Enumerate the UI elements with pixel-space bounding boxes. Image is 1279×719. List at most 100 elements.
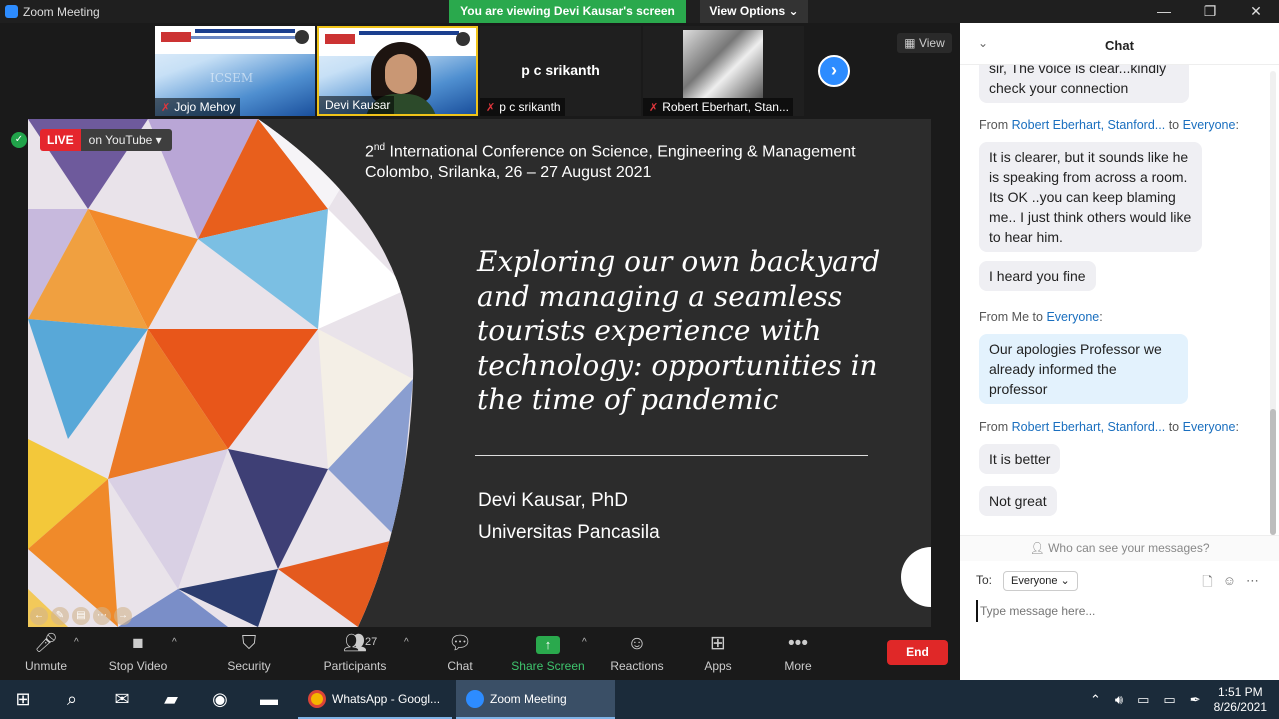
ellipsis-icon[interactable]: ⋯ <box>1246 573 1259 595</box>
view-button[interactable]: ▦ View <box>897 33 952 53</box>
taskbar-app-zoom[interactable]: Zoom Meeting <box>456 680 615 719</box>
view-options-button[interactable]: View Options ⌄ <box>700 0 808 23</box>
restore-button[interactable]: ❐ <box>1187 0 1233 23</box>
chat-title: Chat <box>1105 38 1134 53</box>
smiley-icon: ☺ <box>627 633 647 654</box>
file-icon[interactable]: 🗋︎ <box>1202 573 1212 595</box>
share-screen-button[interactable]: ↑ Share Screen <box>508 632 588 673</box>
share-arrow-icon: ↑ <box>536 636 560 654</box>
participant-name: Jojo Mehoy <box>174 100 236 114</box>
pen-icon[interactable]: ✎ <box>51 607 69 625</box>
person-icon: 👤︎ <box>1029 541 1045 555</box>
chrome-icon[interactable]: ◉ <box>196 680 244 719</box>
security-button[interactable]: ⛉ Security <box>209 632 289 673</box>
chat-scrollbar[interactable] <box>1270 71 1276 535</box>
participant-tile[interactable]: ICSEM ✗ Jojo Mehoy <box>155 26 315 116</box>
chat-message: I heard you fine <box>979 261 1096 291</box>
chat-message: Not great <box>979 486 1057 516</box>
slide-decoration <box>901 547 931 607</box>
muted-mic-icon: ✗ <box>486 102 496 114</box>
participant-name: Devi Kausar <box>325 98 391 112</box>
participant-display-name: p c srikanth <box>521 62 600 78</box>
chevron-right-icon: › <box>831 60 837 80</box>
next-page-button[interactable]: › <box>818 55 850 87</box>
zoom-app-icon <box>5 5 18 18</box>
recipient-name[interactable]: Everyone <box>1183 118 1236 132</box>
video-options-caret[interactable]: ^ <box>172 637 177 648</box>
system-tray: ⌃ 🔊︎ ▭ ▭ ✒ 1:51 PM 8/26/2021 <box>1083 680 1279 719</box>
muted-mic-icon: ✗ <box>649 102 659 114</box>
taskbar-clock[interactable]: 1:51 PM 8/26/2021 <box>1214 685 1267 715</box>
end-meeting-button[interactable]: End <box>887 640 948 665</box>
video-camera-icon: ■ <box>132 633 144 654</box>
close-button[interactable]: ✕ <box>1233 0 1279 23</box>
chat-message: sir, The voice is clear...kindly check y… <box>979 65 1189 103</box>
arrow-left-icon[interactable]: ← <box>30 607 48 625</box>
participant-avatar <box>683 30 763 98</box>
recipient-name[interactable]: Everyone <box>1183 420 1236 434</box>
pen-icon[interactable]: ✒ <box>1190 692 1201 708</box>
slides-icon[interactable]: ▤ <box>72 607 90 625</box>
live-label: LIVE <box>40 129 81 151</box>
slide-divider <box>475 455 868 456</box>
chat-message: It is better <box>979 444 1061 474</box>
participant-name: p c srikanth <box>499 100 561 114</box>
zoom-app-icon <box>466 690 484 708</box>
sender-name[interactable]: Robert Eberhart, Stanford... <box>1012 420 1166 434</box>
apps-button[interactable]: ⊞ Apps <box>678 632 758 673</box>
message-sender-line: From Me to Everyone: <box>979 310 1103 324</box>
chrome-icon <box>308 690 326 708</box>
live-platform-dropdown[interactable]: on YouTube ▾ <box>80 129 172 151</box>
message-sender-line: From Robert Eberhart, Stanford... to Eve… <box>979 420 1239 434</box>
network-icon[interactable]: ▭ <box>1137 692 1149 708</box>
reactions-button[interactable]: ☺ Reactions <box>597 632 677 673</box>
who-can-see-link[interactable]: 👤︎ Who can see your messages? <box>960 535 1279 561</box>
share-options-caret[interactable]: ^ <box>582 637 587 648</box>
to-label: To: <box>976 573 993 587</box>
chat-message-input[interactable] <box>976 600 1266 622</box>
file-explorer-icon[interactable]: ▬ <box>245 680 293 719</box>
chat-panel: ⌄ Chat sir, The voice is clear...kindly … <box>960 23 1279 680</box>
volume-icon[interactable]: 🔊︎ <box>1115 692 1123 708</box>
encryption-shield-icon[interactable]: ✓ <box>11 132 27 148</box>
minimize-button[interactable]: — <box>1141 0 1187 23</box>
participant-tile-active-speaker[interactable]: Devi Kausar <box>317 26 478 116</box>
conference-title: 2nd International Conference on Science,… <box>365 142 856 182</box>
stop-video-button[interactable]: ■ Stop Video <box>98 632 178 673</box>
sender-name[interactable]: Robert Eberhart, Stanford... <box>1012 118 1166 132</box>
chat-button[interactable]: 💬︎ Chat <box>420 632 500 673</box>
scrollbar-thumb[interactable] <box>1270 409 1276 535</box>
chat-messages: sir, The voice is clear...kindly check y… <box>960 65 1268 535</box>
participants-count: 27 <box>365 636 378 648</box>
grid-icon: ▦ <box>904 36 916 50</box>
chat-message-own: Our apologies Professor we already infor… <box>979 334 1188 404</box>
recipient-name[interactable]: Everyone <box>1046 310 1099 324</box>
search-icon[interactable]: ⌕ <box>48 680 96 719</box>
participants-icon: 👥︎ 27 <box>315 632 395 658</box>
slide-geometric-art <box>28 119 414 627</box>
windows-start-icon[interactable]: ⊞ <box>0 680 46 719</box>
more-button[interactable]: ••• More <box>758 632 838 673</box>
mail-icon[interactable]: ✉ <box>98 680 146 719</box>
more-icon[interactable]: ⋯ <box>93 607 111 625</box>
participants-options-caret[interactable]: ^ <box>404 637 409 648</box>
audio-options-caret[interactable]: ^ <box>74 637 79 648</box>
talk-title: Exploring our own backyard and managing … <box>477 245 881 416</box>
ellipsis-icon: ••• <box>788 633 808 654</box>
battery-icon[interactable]: ▭ <box>1163 692 1175 708</box>
emoji-icon[interactable]: ☺ <box>1223 573 1236 595</box>
live-stream-badge[interactable]: LIVE on YouTube ▾ <box>40 129 172 151</box>
chevron-up-icon[interactable]: ⌃ <box>1090 692 1101 708</box>
sender-name: Me <box>1011 310 1030 324</box>
windows-taskbar: ⊞ ⌕ ✉ ▰ ◉ ▬ WhatsApp - Googl... Zoom Mee… <box>0 680 1279 719</box>
title-bar: Zoom Meeting You are viewing Devi Kausar… <box>0 0 1279 23</box>
participants-button[interactable]: 👥︎ 27 Participants <box>315 632 395 673</box>
chat-bubble-icon: 💬︎ <box>447 633 473 654</box>
participant-tile[interactable]: p c srikanth ✗ p c srikanth <box>480 26 641 116</box>
arrow-right-icon[interactable]: → <box>114 607 132 625</box>
annotation-tools[interactable]: ← ✎ ▤ ⋯ → <box>30 607 132 625</box>
notepad-icon[interactable]: ▰ <box>147 680 195 719</box>
participant-tile[interactable]: ✗ Robert Eberhart, Stan... <box>643 26 804 116</box>
taskbar-app-whatsapp[interactable]: WhatsApp - Googl... <box>298 680 453 719</box>
recipient-dropdown[interactable]: Everyone ⌄ <box>1003 571 1078 591</box>
